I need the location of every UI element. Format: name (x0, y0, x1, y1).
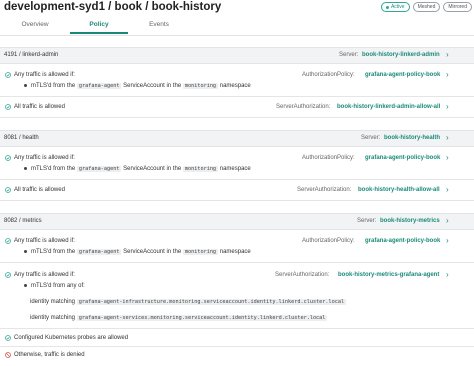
rule-title: Any traffic is allowed if: (14, 272, 75, 278)
status-badge-active: Active (380, 2, 410, 12)
rule-row: Any traffic is allowed if: Authorization… (0, 230, 474, 263)
server-label: Server: (361, 135, 381, 141)
service-account-code: grafana-agent (76, 166, 122, 172)
check-icon (385, 5, 389, 9)
rule-title: Any traffic is allowed if: (14, 72, 75, 78)
denied-row: Otherwise, traffic is denied (0, 347, 474, 363)
chevron-right-icon[interactable]: › (446, 103, 449, 111)
tab-policy[interactable]: Policy (70, 16, 128, 34)
namespace-code: monitoring (182, 83, 219, 89)
rule-detail: mTLS'd from the grafana-agent ServiceAcc… (31, 83, 251, 89)
chevron-right-icon[interactable]: › (446, 154, 449, 162)
chevron-right-icon[interactable]: › (446, 186, 449, 194)
section-header-metrics: 8082 / metrics Server: book-history-metr… (0, 213, 474, 230)
section-title: 8081 / health (4, 135, 39, 141)
chevron-right-icon[interactable]: › (446, 51, 449, 59)
identity-row: identity matching grafana-agent-infrastr… (30, 299, 347, 305)
tab-events[interactable]: Events (128, 16, 190, 34)
policy-link[interactable]: book-history-health-allow-all (358, 186, 440, 194)
rule-row: Any traffic is allowed if: Authorization… (0, 64, 474, 97)
rule-row: Any traffic is allowed if: ServerAuthori… (0, 264, 474, 329)
deny-icon (5, 352, 11, 358)
status-badge-mirrored: Mirrored (443, 2, 472, 12)
rule-row: All traffic is allowed ServerAuthorizati… (0, 98, 474, 118)
chevron-right-icon[interactable]: › (446, 237, 449, 245)
namespace-code: monitoring (182, 249, 219, 255)
check-circle-icon (5, 104, 11, 110)
bullet (24, 167, 27, 170)
policy-label: ServerAuthorization: (275, 272, 330, 278)
tab-overview[interactable]: Overview (0, 16, 70, 34)
policy-link[interactable]: grafana-agent-policy-book (365, 71, 440, 79)
service-account-code: grafana-agent (76, 83, 122, 89)
policy-link[interactable]: book-history-linkerd-admin-allow-all (337, 103, 440, 111)
status-badge-meshed: Meshed (412, 2, 441, 12)
denied-text: Otherwise, traffic is denied (14, 352, 85, 358)
check-circle-icon (5, 238, 11, 244)
page-title: development-syd1 / book / book-history (4, 1, 222, 13)
policy-label: ServerAuthorization: (276, 104, 331, 110)
identity-row: identity matching grafana-agent-services… (30, 315, 328, 321)
identity-code: grafana-agent-infrastructure.monitoring.… (76, 299, 347, 305)
rule-title: All traffic is allowed (14, 187, 65, 193)
check-circle-icon (5, 272, 11, 278)
rule-row: All traffic is allowed ServerAuthorizati… (0, 181, 474, 201)
chevron-right-icon[interactable]: › (446, 134, 449, 142)
check-circle-icon (5, 335, 11, 341)
policy-label: ServerAuthorization: (297, 187, 352, 193)
rule-title: All traffic is allowed (14, 104, 65, 110)
header: development-syd1 / book / book-history A… (0, 0, 474, 16)
rule-title: Any traffic is allowed if: (14, 238, 75, 244)
tab-bar: Overview Policy Events (0, 16, 474, 36)
app-window: development-syd1 / book / book-history A… (0, 0, 474, 366)
server-link[interactable]: book-history-health (384, 134, 440, 142)
policy-label: AuthorizationPolicy: (302, 72, 355, 78)
section-header-health: 8081 / health Server: book-history-healt… (0, 130, 474, 147)
probes-text: Configured Kubernetes probes are allowed (14, 335, 129, 341)
rule-title: Any traffic is allowed if: (14, 155, 75, 161)
bullet (24, 250, 27, 253)
section-title: 8082 / metrics (4, 218, 42, 224)
policy-link[interactable]: grafana-agent-policy-book (365, 154, 440, 162)
any-of-label: mTLS'd from any of: (31, 283, 85, 289)
check-circle-icon (5, 155, 11, 161)
server-label: Server: (357, 218, 377, 224)
section-title: 4191 / linkerd-admin (4, 52, 59, 58)
chevron-right-icon[interactable]: › (446, 217, 449, 225)
rule-detail: mTLS'd from the grafana-agent ServiceAcc… (31, 166, 251, 172)
check-circle-icon (5, 187, 11, 193)
namespace-code: monitoring (182, 166, 219, 172)
service-account-code: grafana-agent (76, 249, 122, 255)
policy-label: AuthorizationPolicy: (302, 155, 355, 161)
rule-detail: mTLS'd from the grafana-agent ServiceAcc… (31, 249, 251, 255)
server-label: Server: (339, 52, 359, 58)
rule-row: Any traffic is allowed if: Authorization… (0, 147, 474, 180)
probes-row: Configured Kubernetes probes are allowed (0, 330, 474, 347)
server-link[interactable]: book-history-linkerd-admin (362, 51, 440, 59)
chevron-right-icon[interactable]: › (446, 271, 449, 279)
bullet (24, 284, 27, 287)
policy-link[interactable]: book-history-metrics-grafana-agent (338, 271, 439, 279)
status-badges: Active Meshed Mirrored (380, 2, 472, 12)
policy-label: AuthorizationPolicy: (302, 238, 355, 244)
check-circle-icon (5, 72, 11, 78)
section-header-linkerd-admin: 4191 / linkerd-admin Server: book-histor… (0, 47, 474, 64)
server-link[interactable]: book-history-metrics (380, 217, 440, 225)
bullet (24, 84, 27, 87)
chevron-right-icon[interactable]: › (446, 71, 449, 79)
identity-code: grafana-agent-services.monitoring.servic… (76, 315, 328, 321)
policy-link[interactable]: grafana-agent-policy-book (365, 237, 440, 245)
